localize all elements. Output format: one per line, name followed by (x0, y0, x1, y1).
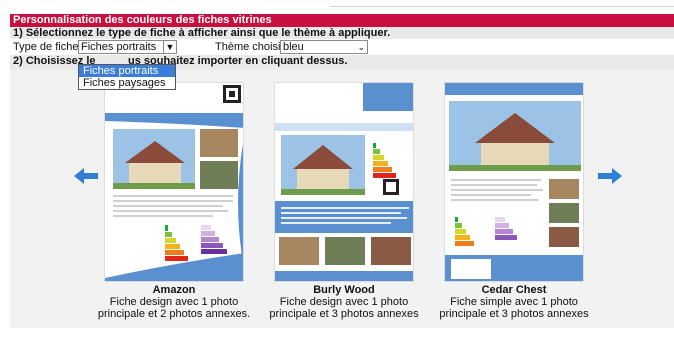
template-caption-amazon: Amazon Fiche design avec 1 photo princip… (89, 284, 259, 320)
template-caption-cedar-chest: Cedar Chest Fiche simple avec 1 photo pr… (429, 284, 599, 320)
type-dropdown-list: Fiches portraits Fiches paysages (78, 64, 176, 90)
template-desc-line2: principale et 3 photos annexes (269, 308, 419, 320)
chevron-down-icon: ⌄ (357, 42, 365, 52)
template-name: Amazon (152, 284, 196, 296)
dropdown-option-portraits[interactable]: Fiches portraits (79, 65, 175, 77)
brochure-thumbnail-image (275, 83, 413, 281)
template-name: Cedar Chest (481, 284, 547, 296)
top-divider (330, 6, 674, 7)
template-caption-burly-wood: Burly Wood Fiche design avec 1 photo pri… (259, 284, 429, 320)
theme-label: Thème choisi : (215, 41, 287, 53)
theme-select-value: bleu (283, 41, 304, 53)
template-desc-line1: Fiche design avec 1 photo (279, 296, 409, 308)
template-preview-burly-wood[interactable] (274, 82, 414, 282)
type-select-value: Fiches portraits (81, 41, 157, 53)
brochure-thumbnail-image (445, 83, 583, 281)
template-preview-amazon[interactable] (104, 82, 244, 282)
right-arrow-icon (598, 168, 622, 184)
template-name: Burly Wood (313, 284, 375, 296)
page-title: Personnalisation des couleurs des fiches… (10, 14, 674, 27)
template-desc-line2: principale et 3 photos annexes (439, 308, 589, 320)
step1-instruction: 1) Sélectionnez le type de fiche à affic… (10, 27, 674, 39)
chevron-down-icon: ▼ (163, 41, 176, 53)
template-preview-cedar-chest[interactable] (444, 82, 584, 282)
template-desc-line1: Fiche simple avec 1 photo (450, 296, 578, 308)
prev-button[interactable] (74, 168, 100, 187)
theme-select[interactable]: bleu ⌄ (280, 40, 368, 54)
selection-row: Type de fiches : Fiches portraits ▼ Thèm… (10, 39, 674, 55)
left-arrow-icon (74, 168, 98, 184)
next-button[interactable] (596, 168, 622, 187)
template-desc-line2: principale et 2 photos annexes. (97, 308, 251, 320)
dropdown-option-paysages[interactable]: Fiches paysages (79, 77, 175, 89)
brochure-thumbnail-image (105, 83, 243, 281)
template-desc-line1: Fiche design avec 1 photo (109, 296, 239, 308)
type-select[interactable]: Fiches portraits ▼ (78, 40, 177, 54)
